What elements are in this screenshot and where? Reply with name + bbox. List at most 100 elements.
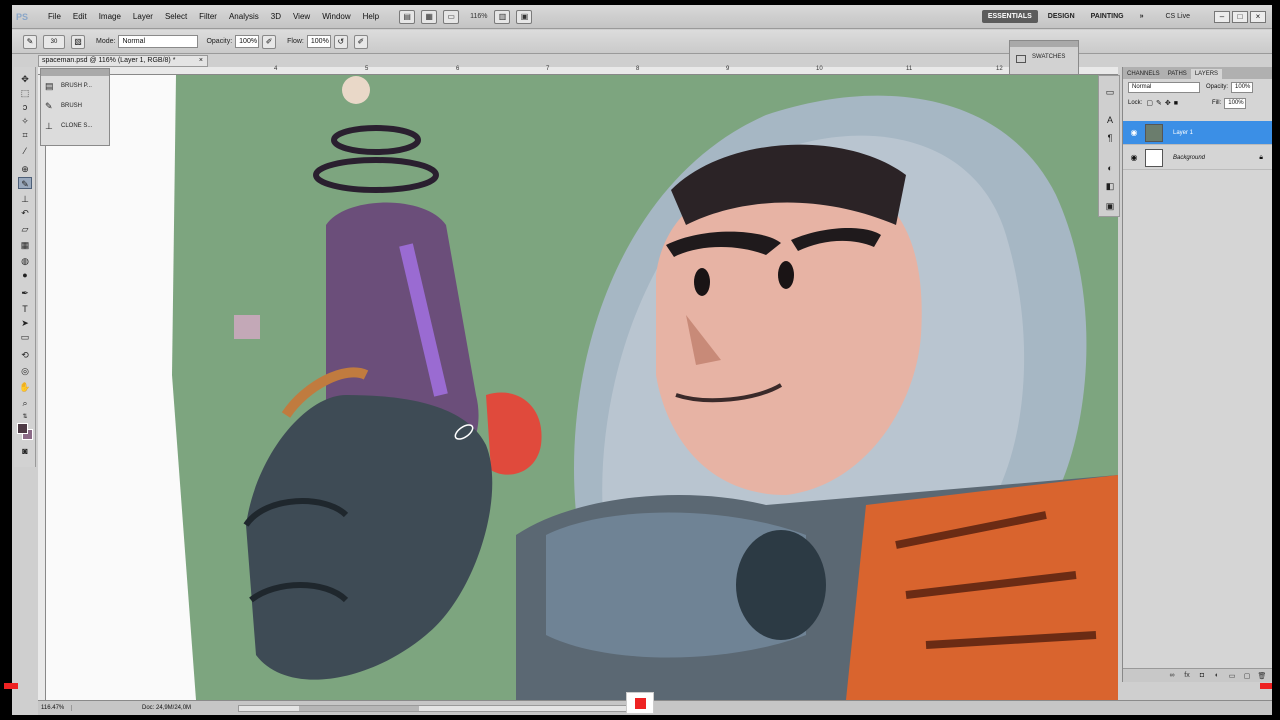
dodge-tool-icon[interactable]: ● (18, 269, 32, 281)
masks-icon[interactable]: ◧ (1104, 180, 1116, 192)
clone-stamp-tool-icon[interactable]: ⊥ (18, 193, 32, 205)
workspace-design[interactable]: DESIGN (1042, 10, 1081, 23)
layer-style-icon[interactable]: fx (1182, 672, 1192, 679)
move-tool-icon[interactable]: ✥ (18, 73, 32, 85)
workspace-painting[interactable]: PAINTING (1085, 10, 1130, 23)
arrange-documents-icon[interactable]: ▥ (494, 9, 511, 24)
menu-image[interactable]: Image (93, 5, 127, 29)
visibility-eye-icon[interactable]: ◉ (1129, 153, 1139, 162)
delete-layer-icon[interactable]: 🗑︎ (1257, 672, 1267, 680)
tab-channels[interactable]: CHANNELS (1123, 69, 1164, 79)
scrollbar-thumb[interactable] (299, 706, 419, 711)
path-selection-tool-icon[interactable]: ➤ (18, 317, 32, 329)
eraser-tool-icon[interactable]: ▱ (18, 223, 32, 235)
lock-image-icon[interactable]: ✎ (1156, 99, 1162, 107)
horizontal-scrollbar[interactable] (238, 705, 653, 712)
quick-select-tool-icon[interactable]: ✧ (18, 115, 32, 127)
more-workspaces-button[interactable]: » (1134, 10, 1150, 23)
mini-bridge-icon[interactable]: ▦ (421, 9, 438, 24)
menu-select[interactable]: Select (159, 5, 193, 29)
layer-fill-field[interactable]: 100% (1224, 97, 1247, 109)
ruler-tick: 7 (546, 66, 550, 72)
opacity-field[interactable]: 100% (235, 35, 260, 48)
tab-paths[interactable]: PATHS (1164, 69, 1191, 79)
link-layers-icon[interactable]: ∞ (1167, 672, 1177, 679)
menu-analysis[interactable]: Analysis (223, 5, 265, 29)
brush-tab[interactable]: ✎ BRUSH (41, 96, 109, 116)
layer-row-background[interactable]: ◉ Background 🔒︎ (1123, 146, 1272, 170)
document-canvas[interactable] (46, 75, 1118, 700)
blur-tool-icon[interactable]: ◍ (18, 255, 32, 267)
toggle-brush-panel-icon[interactable]: ▧ (71, 34, 85, 49)
panel-header[interactable] (41, 69, 109, 76)
airbrush-icon[interactable]: ↺ (333, 34, 348, 49)
view-extras-icon[interactable]: ▭ (443, 9, 460, 24)
type-tool-icon[interactable]: T (18, 303, 32, 315)
adjustments-icon[interactable]: ◐ (1104, 162, 1116, 174)
workspace-essentials[interactable]: ESSENTIALS (981, 10, 1038, 23)
shape-tool-icon[interactable]: ▭ (18, 331, 32, 343)
blend-mode-select[interactable]: Normal (1128, 81, 1200, 93)
hand-tool-icon[interactable]: ✋ (18, 381, 32, 393)
healing-brush-tool-icon[interactable]: ⊕ (18, 163, 32, 175)
launch-bridge-icon[interactable]: ▤ (399, 9, 416, 24)
character-icon[interactable]: A (1104, 114, 1116, 126)
foreground-color-swatch[interactable] (17, 423, 28, 434)
new-group-icon[interactable]: ▭ (1227, 672, 1237, 680)
paragraph-icon[interactable]: ¶ (1104, 132, 1116, 144)
quick-mask-icon[interactable]: ◙ (18, 445, 32, 457)
brush-size-picker[interactable]: 30 (43, 34, 65, 49)
menu-3d[interactable]: 3D (265, 5, 287, 29)
layer-opacity-field[interactable]: 100% (1231, 81, 1254, 93)
menu-window[interactable]: Window (316, 5, 356, 29)
crop-tool-icon[interactable]: ⌗ (18, 129, 32, 141)
menu-help[interactable]: Help (357, 5, 385, 29)
lock-position-icon[interactable]: ✥ (1165, 99, 1171, 107)
pen-tool-icon[interactable]: ✒ (18, 287, 32, 299)
screen-mode-icon[interactable]: ▣ (516, 9, 533, 24)
gradient-tool-icon[interactable]: ▦ (18, 239, 32, 251)
eyedropper-tool-icon[interactable]: ⁄ (18, 145, 32, 157)
clone-source-tab[interactable]: ⊥ CLONE S... (41, 116, 109, 136)
menu-layer[interactable]: Layer (127, 5, 159, 29)
navigator-icon[interactable]: ▭ (1104, 86, 1116, 98)
status-bar: 116.47% Doc: 24,9M/24,0M (38, 700, 1272, 715)
marquee-tool-icon[interactable]: ⬚ (18, 87, 32, 99)
close-icon[interactable]: × (1250, 10, 1266, 23)
menu-edit[interactable]: Edit (67, 5, 93, 29)
lock-all-icon[interactable]: ■ (1174, 100, 1178, 107)
swatches-panel[interactable]: SWATCHES (1009, 40, 1079, 75)
tab-layers[interactable]: LAYERS (1190, 69, 1223, 79)
visibility-eye-icon[interactable]: ◉ (1129, 128, 1139, 137)
zoom-level-select[interactable]: 116% (466, 13, 491, 20)
lasso-tool-icon[interactable]: ↄ (18, 101, 32, 113)
brush-tool-icon[interactable]: ✎ (18, 177, 32, 189)
menu-filter[interactable]: Filter (193, 5, 223, 29)
minimize-icon[interactable]: – (1214, 10, 1230, 23)
mode-select[interactable]: Normal (118, 35, 199, 48)
add-mask-icon[interactable]: ◘ (1197, 672, 1207, 679)
menu-file[interactable]: File (42, 5, 67, 29)
status-zoom[interactable]: 116.47% (38, 705, 72, 711)
adjustment-layer-icon[interactable]: ◐ (1212, 672, 1222, 679)
actions-icon[interactable]: ▣ (1104, 200, 1116, 212)
zoom-tool-icon[interactable]: ⌕ (18, 397, 32, 409)
3d-orbit-tool-icon[interactable]: ◎ (18, 365, 32, 377)
lock-transparent-icon[interactable]: ▢ (1146, 99, 1153, 107)
maximize-icon[interactable]: □ (1232, 10, 1248, 23)
cs-live-button[interactable]: CS Live (1165, 13, 1190, 20)
document-tab[interactable]: spaceman.psd @ 116% (Layer 1, RGB/8) * × (38, 55, 208, 67)
layer-row-layer-1[interactable]: ◉ Layer 1 (1123, 121, 1272, 145)
history-brush-tool-icon[interactable]: ↶ (18, 207, 32, 219)
pressure-size-icon[interactable]: ✐ (353, 34, 368, 49)
swap-colors-icon[interactable]: ⇅ (18, 411, 32, 423)
3d-rotate-tool-icon[interactable]: ⟲ (18, 349, 32, 361)
pressure-opacity-icon[interactable]: ✐ (262, 34, 277, 49)
close-document-icon[interactable]: × (199, 56, 203, 66)
flow-field[interactable]: 100% (306, 35, 331, 48)
brush-tool-preset-icon[interactable]: ✎ (23, 34, 37, 49)
menu-view[interactable]: View (287, 5, 316, 29)
brush-presets-tab[interactable]: ▤ BRUSH P... (41, 76, 109, 96)
status-doc-info[interactable]: Doc: 24,9M/24,0M (142, 705, 191, 711)
new-layer-icon[interactable]: ▢ (1242, 672, 1252, 680)
